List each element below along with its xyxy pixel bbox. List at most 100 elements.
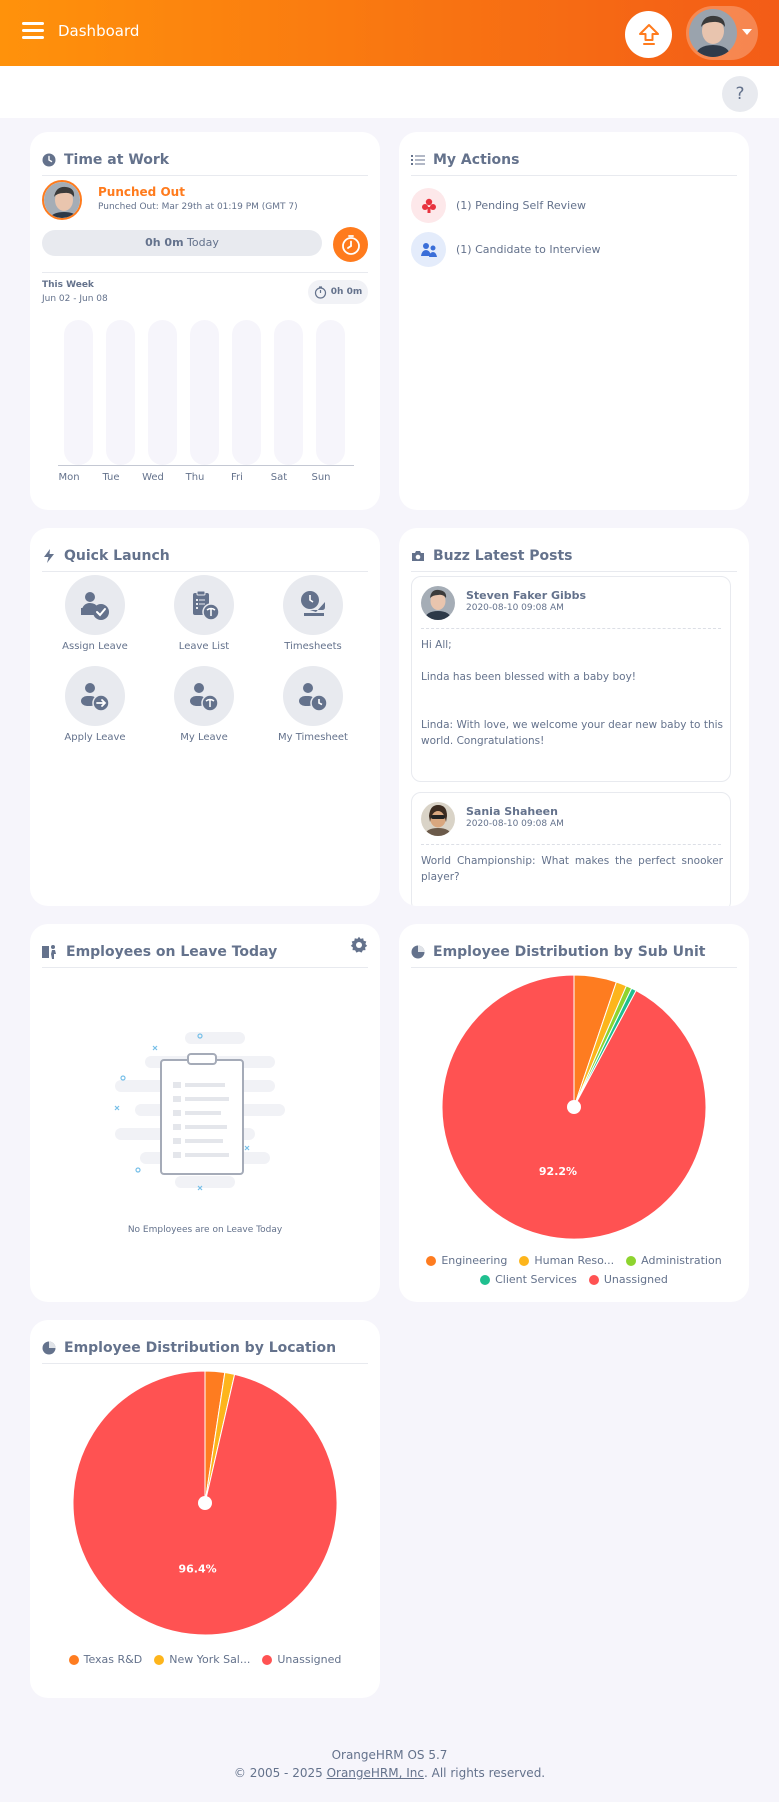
clock-icon: [42, 153, 56, 166]
post-author-name: Steven Faker Gibbs: [466, 589, 587, 602]
company-link[interactable]: OrangeHRM, Inc: [327, 1766, 424, 1780]
quick-launch-leave-list[interactable]: Leave List: [159, 575, 249, 652]
legend-item[interactable]: Unassigned: [588, 1273, 668, 1286]
lightning-icon: [44, 548, 54, 563]
quick-launch-my-timesheet[interactable]: My Timesheet: [268, 666, 358, 743]
page-title: Dashboard: [58, 22, 140, 40]
quick-launch-label: Apply Leave: [64, 732, 126, 743]
bar-sun: [316, 320, 345, 465]
gear-icon[interactable]: [350, 936, 368, 954]
legend-label: Unassigned: [277, 1653, 342, 1666]
bar-tue: [106, 320, 135, 465]
divider: [421, 628, 721, 629]
day-label: Thu: [185, 472, 205, 483]
action-label: (1) Pending Self Review: [456, 199, 586, 212]
quick-launch-widget: Quick Launch Assign Leave Leave List Tim…: [30, 528, 380, 906]
punch-clock-button[interactable]: [333, 227, 368, 262]
help-button[interactable]: ?: [722, 76, 758, 112]
legend-item[interactable]: Engineering: [426, 1254, 507, 1267]
slice-data-label: 92.2%: [539, 1165, 577, 1178]
quick-launch-timesheets[interactable]: Timesheets: [268, 575, 358, 652]
day-label: Sun: [311, 472, 331, 483]
widget-title: Employee Distribution by Location: [64, 1339, 337, 1356]
punch-status: Punched Out: [98, 185, 185, 199]
post-author-name: Sania Shaheen: [466, 805, 558, 818]
pie-center-dot: [567, 1100, 581, 1114]
quick-launch-assign-leave[interactable]: Assign Leave: [50, 575, 140, 652]
sub-header: [0, 66, 779, 118]
interview-icon: [411, 232, 446, 267]
sub-unit-pie-chart: 92.2%: [441, 974, 707, 1240]
widget-title: Employees on Leave Today: [66, 943, 278, 960]
quick-launch-my-leave[interactable]: My Leave: [159, 666, 249, 743]
empty-state-text: No Employees are on Leave Today: [127, 1225, 283, 1235]
today-hours-bar: 0h 0m Today: [42, 230, 322, 256]
my-timesheet-icon: [283, 666, 343, 726]
widget-header: Employee Distribution by Sub Unit: [411, 936, 737, 968]
empty-clipboard-illustration: [114, 1032, 285, 1191]
divider: [421, 844, 721, 845]
legend-item[interactable]: Unassigned: [262, 1653, 341, 1666]
bar-fri: [232, 320, 261, 465]
buzz-latest-posts-widget: Buzz Latest Posts Steven Faker Gibbs 202…: [399, 528, 749, 906]
punch-detail: Punched Out: Mar 29th at 01:19 PM (GMT 7…: [98, 202, 298, 212]
my-actions-widget: My Actions (1) Pending Self Review (1) C…: [399, 132, 749, 510]
pie-chart-icon: [42, 1341, 56, 1354]
day-label: Mon: [58, 472, 80, 483]
post-body: World Championship: What makes the perfe…: [421, 855, 727, 883]
menu-toggle-icon[interactable]: [22, 22, 44, 40]
action-pending-self-review[interactable]: (1) Pending Self Review: [411, 188, 586, 223]
day-label: Sat: [270, 472, 288, 483]
quick-launch-apply-leave[interactable]: Apply Leave: [50, 666, 140, 743]
action-label: (1) Candidate to Interview: [456, 243, 601, 256]
legend-label: New York Sal...: [169, 1653, 251, 1666]
quick-launch-label: My Leave: [180, 732, 228, 743]
employee-avatar: [42, 180, 82, 220]
week-total: 0h 0m: [330, 287, 363, 297]
legend-item[interactable]: Administration: [626, 1254, 722, 1267]
pie-center-dot: [198, 1496, 212, 1510]
buzz-post[interactable]: Sania Shaheen 2020-08-10 09:08 AM World …: [411, 792, 731, 906]
quick-launch-label: My Timesheet: [278, 732, 348, 743]
buzz-post[interactable]: Steven Faker Gibbs 2020-08-10 09:08 AM H…: [411, 576, 731, 782]
user-dropdown[interactable]: [686, 6, 758, 60]
quick-launch-label: Leave List: [178, 641, 230, 652]
stopwatch-icon: [314, 285, 326, 299]
widget-title: Quick Launch: [64, 547, 170, 564]
bar-mon: [64, 320, 93, 465]
upgrade-button[interactable]: [625, 11, 672, 58]
bar-sat: [274, 320, 303, 465]
employees-on-leave-widget: Employees on Leave Today No Employees ar…: [30, 924, 380, 1302]
quick-launch-label: Timesheets: [284, 641, 342, 652]
camera-icon: [412, 550, 424, 561]
timesheets-icon: [283, 575, 343, 635]
legend-item[interactable]: Client Services: [480, 1273, 577, 1286]
chart-axis: [58, 465, 354, 466]
upgrade-arrow-icon: [638, 23, 659, 45]
apply-leave-icon: [65, 666, 125, 726]
top-bar: Dashboard: [0, 0, 779, 66]
legend-label: Human Reso...: [534, 1254, 615, 1267]
chevron-down-icon: [742, 29, 752, 35]
pie-chart-icon: [411, 945, 425, 958]
widget-header: My Actions: [411, 144, 737, 176]
legend-label: Client Services: [495, 1273, 577, 1286]
my-leave-icon: [174, 666, 234, 726]
slice-data-label: 96.4%: [178, 1563, 216, 1576]
sub-unit-distribution-widget: Employee Distribution by Sub Unit 92.2% …: [399, 924, 749, 1302]
legend-item[interactable]: New York Sal...: [154, 1653, 250, 1666]
bar-wed: [148, 320, 177, 465]
legend-item[interactable]: Texas R&D: [68, 1653, 142, 1666]
list-icon: [411, 154, 425, 165]
week-bar-chart: [58, 320, 368, 468]
widget-header: Employee Distribution by Location: [42, 1332, 368, 1364]
legend-label: Engineering: [441, 1254, 508, 1267]
post-date: 2020-08-10 09:08 AM: [466, 603, 564, 613]
legend-item[interactable]: Human Reso...: [519, 1254, 614, 1267]
week-range: Jun 02 - Jun 08: [42, 294, 108, 304]
bar-thu: [190, 320, 219, 465]
footer-copyright: © 2005 - 2025 OrangeHRM, Inc. All rights…: [0, 1766, 779, 1780]
post-date: 2020-08-10 09:08 AM: [466, 819, 564, 829]
today-hours: 0h 0m: [145, 236, 184, 249]
action-candidate-to-interview[interactable]: (1) Candidate to Interview: [411, 232, 601, 267]
